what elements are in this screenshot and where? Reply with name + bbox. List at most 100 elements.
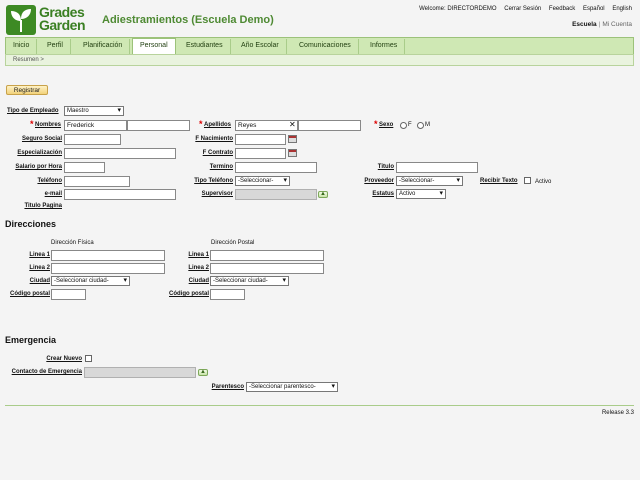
postal-line1-label: Linea 1: [188, 252, 209, 258]
title-input[interactable]: [396, 162, 478, 173]
sex-f-label: F: [408, 122, 412, 128]
postal-city-select[interactable]: -Seleccionar ciudad-: [210, 276, 289, 286]
physical-line1-label: Linea 1: [29, 252, 50, 258]
top-links: Welcome: DIRECTORDEMO Cerrar Sesión Feed…: [413, 6, 632, 12]
emergency-contact-input[interactable]: [84, 367, 196, 378]
postal-zip-label: Código postal: [169, 291, 209, 297]
hourly-wage-label: Salario por Hora: [15, 164, 62, 170]
term-input[interactable]: [235, 162, 317, 173]
physical-zip-input[interactable]: [51, 289, 86, 300]
receive-text-label: Recibir Texto: [480, 178, 518, 184]
required-marker: *: [30, 119, 34, 129]
tab-ano-escolar[interactable]: Año Escolar: [234, 39, 287, 54]
provider-select[interactable]: -Seleccionar-: [396, 176, 463, 186]
contract-date-label: F Contrato: [202, 150, 233, 156]
release-version: Release 3.3: [601, 410, 634, 416]
context-school-link[interactable]: Escuela: [572, 21, 597, 28]
first-name-input[interactable]: Frederick: [64, 120, 127, 131]
breadcrumb[interactable]: Resumen >: [5, 54, 634, 66]
physical-line1-input[interactable]: [51, 250, 165, 261]
contract-date-input[interactable]: [235, 148, 286, 159]
status-label: Estatus: [372, 191, 394, 197]
birth-date-input[interactable]: [235, 134, 286, 145]
welcome-text: Welcome: DIRECTORDEMO: [419, 6, 497, 12]
english-link[interactable]: English: [612, 6, 632, 12]
email-input[interactable]: [64, 189, 176, 200]
employee-type-select[interactable]: Maestro: [64, 106, 124, 116]
tab-comunicaciones[interactable]: Comunicaciones: [292, 39, 359, 54]
page-title-label: Titulo Pagina: [24, 203, 62, 209]
sex-f-radio[interactable]: [400, 122, 407, 129]
postal-zip-input[interactable]: [210, 289, 245, 300]
supervisor-input[interactable]: [235, 189, 317, 200]
emergency-contact-lookup-icon[interactable]: ▲: [198, 369, 208, 376]
physical-city-select[interactable]: -Seleccionar ciudad-: [51, 276, 130, 286]
postal-line2-input[interactable]: [210, 263, 324, 274]
physical-line2-label: Linea 2: [29, 265, 50, 271]
phone-type-select[interactable]: -Seleccionar-: [235, 176, 290, 186]
tab-estudiantes[interactable]: Estudiantes: [179, 39, 231, 54]
page-title: Adiestramientos (Escuela Demo): [102, 14, 274, 26]
feedback-link[interactable]: Feedback: [549, 6, 575, 12]
register-button[interactable]: Registrar: [6, 85, 48, 95]
calendar-icon[interactable]: [288, 149, 297, 157]
main-nav: Inicio Perfil Planificación Personal Est…: [5, 37, 634, 55]
specialization-label: Especialización: [17, 150, 62, 156]
context-account-link[interactable]: Mi Cuenta: [602, 21, 632, 28]
relationship-label: Parentesco: [211, 384, 244, 390]
birth-date-label: F Nacimiento: [195, 136, 233, 142]
first-name-second-input[interactable]: [127, 120, 190, 131]
addresses-heading: Direcciones: [5, 219, 57, 229]
postal-address-heading: Dirección Postal: [211, 240, 255, 246]
logout-link[interactable]: Cerrar Sesión: [504, 6, 541, 12]
context-switch: Escuela | Mi Cuenta: [572, 21, 632, 28]
ssn-label: Seguro Social: [21, 136, 62, 142]
sex-label: Sexo: [379, 122, 394, 128]
required-marker: *: [374, 119, 378, 129]
tab-perfil[interactable]: Perfil: [40, 39, 71, 54]
leaf-icon: [6, 5, 36, 35]
employee-type-label: Tipo de Empleado: [7, 108, 59, 114]
tab-informes[interactable]: Informes: [363, 39, 406, 54]
footer-divider: [5, 405, 634, 406]
tab-inicio[interactable]: Inicio: [6, 39, 38, 54]
emergency-heading: Emergencia: [5, 335, 57, 345]
ssn-input[interactable]: [64, 134, 121, 145]
postal-line1-input[interactable]: [210, 250, 324, 261]
sex-m-radio[interactable]: [417, 122, 424, 129]
sex-m-label: M: [425, 122, 430, 128]
phone-label: Teléfono: [37, 178, 62, 184]
create-new-checkbox[interactable]: [85, 355, 92, 362]
term-label: Termino: [209, 164, 233, 170]
emergency-contact-label: Contacto de Emergencia: [11, 369, 82, 375]
required-marker: *: [199, 119, 203, 129]
clear-icon[interactable]: ✕: [289, 120, 296, 130]
hourly-wage-input[interactable]: [64, 162, 105, 173]
tab-planificacion[interactable]: Planificación: [76, 39, 131, 54]
last-name-second-input[interactable]: [298, 120, 361, 131]
tab-personal[interactable]: Personal: [132, 38, 176, 55]
last-name-label: Apellidos: [204, 122, 232, 128]
first-name-label: Nombres: [35, 122, 62, 128]
phone-input[interactable]: [64, 176, 130, 187]
spanish-link[interactable]: Español: [583, 6, 605, 12]
provider-label: Proveedor: [364, 178, 394, 184]
phone-type-label: Tipo Teléfono: [194, 178, 233, 184]
postal-city-label: Ciudad: [188, 278, 209, 284]
postal-line2-label: Linea 2: [188, 265, 209, 271]
create-new-label: Crear Nuevo: [46, 356, 82, 362]
relationship-select[interactable]: -Seleccionar parentesco-: [246, 382, 338, 392]
logo: Grades Garden: [6, 5, 92, 36]
physical-city-label: Ciudad: [29, 278, 50, 284]
receive-text-checkbox[interactable]: [524, 177, 531, 184]
logo-text-line2: Garden: [39, 17, 86, 33]
physical-line2-input[interactable]: [51, 263, 165, 274]
status-select[interactable]: Activo: [396, 189, 446, 199]
calendar-icon[interactable]: [288, 135, 297, 143]
email-label: e-mail: [44, 191, 62, 197]
receive-text-option: Activo: [535, 179, 552, 185]
specialization-input[interactable]: [64, 148, 176, 159]
supervisor-label: Supervisor: [201, 191, 233, 197]
supervisor-lookup-icon[interactable]: ▲: [318, 191, 328, 198]
physical-zip-label: Código postal: [10, 291, 50, 297]
